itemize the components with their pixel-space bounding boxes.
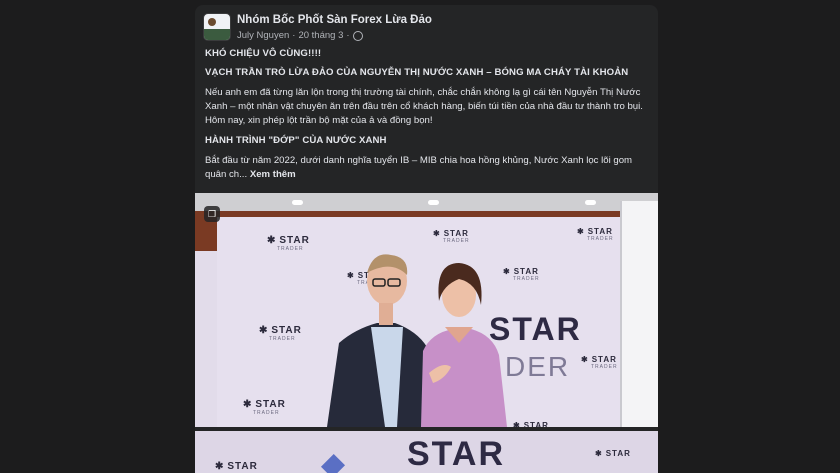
backdrop-logo-sub: TRADER xyxy=(587,236,614,242)
see-more-link[interactable]: Xem thêm xyxy=(250,169,296,180)
post-photo[interactable]: ✱STARTRADER ✱STARTRADER ✱STARTRADER ✱STA… xyxy=(195,193,658,427)
post-subheading: HÀNH TRÌNH "ĐỚP" CỦA NƯỚC XANH xyxy=(205,135,387,146)
backdrop-logo-sub: TRADER xyxy=(269,336,296,342)
backdrop-logo: STAR xyxy=(523,421,549,427)
post-date[interactable]: 20 tháng 3 xyxy=(298,30,343,41)
backdrop-logo-sub: TRADER xyxy=(277,246,304,252)
post-meta: July Nguyen · 20 tháng 3 · xyxy=(237,30,363,41)
backdrop-logo-sub: TRADER xyxy=(591,364,618,370)
backdrop-logo: STAR xyxy=(587,227,613,236)
post-photo-2[interactable]: ✱ STAR STAR ✱ STAR xyxy=(195,431,658,473)
group-name[interactable]: Nhóm Bốc Phốt Sàn Forex Lừa Đảo xyxy=(237,14,432,26)
facebook-post: Nhóm Bốc Phốt Sàn Forex Lừa Đảo July Ngu… xyxy=(195,5,658,473)
group-avatar[interactable] xyxy=(203,13,231,41)
stack-icon[interactable]: ❐ xyxy=(204,206,220,222)
post-paragraph: Nếu anh em đã từng lăn lộn trong thị trư… xyxy=(205,87,643,126)
backdrop-logo: STAR xyxy=(443,229,469,238)
backdrop-logo: STAR xyxy=(255,399,286,410)
post-body: KHÓ CHIỆU VÔ CÙNG!!!! VẠCH TRẦN TRÒ LỪA … xyxy=(205,47,645,182)
post-paragraph-truncated: Bắt đầu từ năm 2022, dưới danh nghĩa tuy… xyxy=(205,154,645,182)
ceiling xyxy=(195,193,658,211)
backdrop-logo: STAR xyxy=(605,449,631,458)
backdrop-logo: STAR xyxy=(227,461,258,472)
backdrop-logo-sub: TRADER xyxy=(253,410,280,416)
logo-mark xyxy=(320,453,346,473)
backdrop-logo: STAR xyxy=(271,325,302,336)
post-line-headline: VẠCH TRẦN TRÒ LỪA ĐẢO CỦA NGUYỄN THỊ NƯỚ… xyxy=(205,67,629,78)
photo-people xyxy=(327,254,507,427)
post-line-title: KHÓ CHIỆU VÔ CÙNG!!!! xyxy=(205,48,322,59)
side-screen xyxy=(620,201,658,427)
backdrop-logo: STAR xyxy=(591,355,617,364)
globe-icon xyxy=(352,30,363,41)
post-header: Nhóm Bốc Phốt Sàn Forex Lừa Đảo July Ngu… xyxy=(203,13,650,43)
author-name[interactable]: July Nguyen xyxy=(237,30,289,41)
backdrop-logo: STAR xyxy=(279,235,310,246)
meta-separator: · xyxy=(292,30,296,41)
backdrop-big-logo: STAR xyxy=(407,435,506,473)
meta-separator: · xyxy=(346,30,350,41)
